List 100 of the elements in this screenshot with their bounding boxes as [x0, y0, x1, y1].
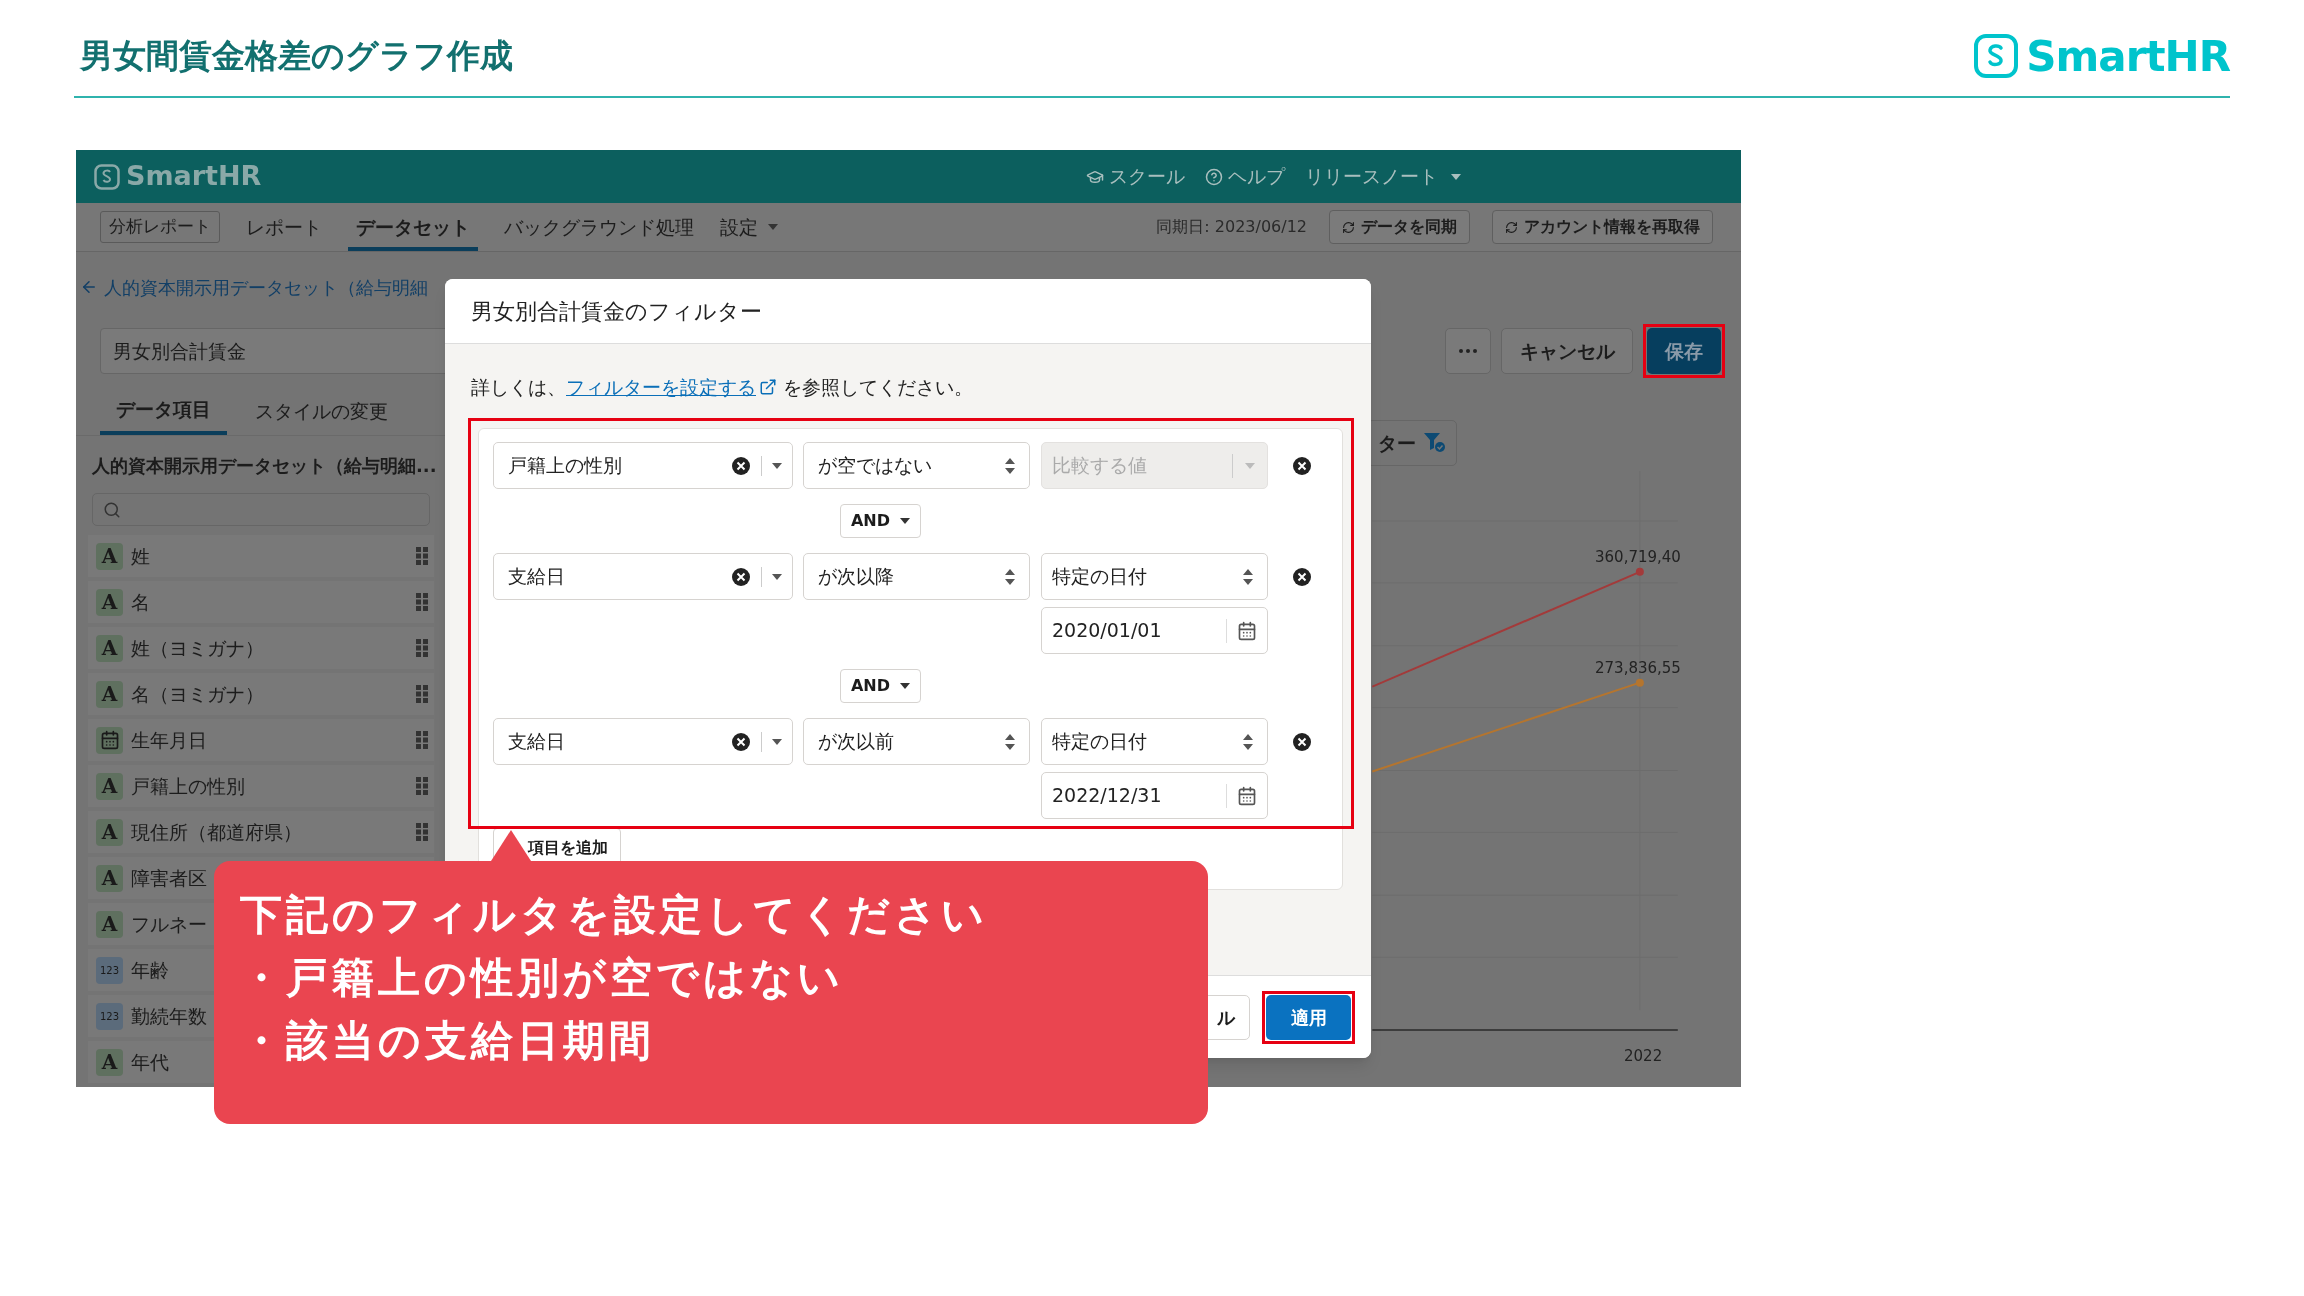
logo-icon — [1974, 34, 2019, 78]
drag-handle-icon[interactable] — [416, 823, 428, 841]
filter-icon — [1424, 433, 1446, 453]
text-type-icon: A — [96, 910, 123, 938]
clear-icon[interactable] — [1292, 566, 1312, 587]
and-operator-select[interactable]: AND — [839, 669, 922, 703]
drag-handle-icon[interactable] — [416, 593, 428, 611]
clear-icon[interactable] — [731, 731, 751, 752]
help-sentence: 詳しくは、フィルターを設定する を参照してください。 — [470, 374, 975, 400]
calendar-icon — [96, 726, 123, 754]
sort-arrows-icon — [1005, 568, 1015, 585]
back-link[interactable]: 人的資本開示用データセット（給与明細 — [80, 273, 428, 301]
clear-icon[interactable] — [1292, 731, 1312, 752]
caret-icon — [772, 462, 782, 469]
field-list-item[interactable]: A 現住所（都道府県） — [88, 811, 434, 853]
clear-icon[interactable] — [731, 566, 751, 587]
sort-arrows-icon — [1243, 568, 1253, 585]
operator-select[interactable]: が次以前 — [803, 718, 1030, 765]
logo-icon — [94, 163, 120, 190]
clear-icon[interactable] — [1292, 455, 1312, 476]
drag-handle-icon[interactable] — [416, 639, 428, 657]
axis-label: 2022 — [1624, 1046, 1663, 1067]
operator-select[interactable]: が次以降 — [803, 553, 1030, 600]
drag-handle-icon[interactable] — [416, 685, 428, 703]
callout-text: ・戸籍上の性別が空ではない — [240, 952, 845, 1004]
search-icon — [103, 500, 121, 519]
value-select[interactable]: 特定の日付 — [1041, 718, 1268, 765]
more-button[interactable] — [1445, 328, 1491, 374]
nav-tab[interactable]: データセット — [348, 203, 478, 251]
help-link[interactable]: フィルターを設定する — [566, 374, 777, 400]
dataset-title: 人的資本開示用データセット（給与明細... — [91, 454, 438, 478]
apply-button[interactable]: 適用 — [1266, 994, 1351, 1040]
more-icon — [1459, 349, 1477, 353]
nav-tab[interactable]: バックグラウンド処理 — [504, 203, 694, 251]
sync-button[interactable]: データを同期 — [1329, 210, 1470, 244]
drag-handle-icon[interactable] — [416, 731, 428, 749]
top-link[interactable]: リリースノート — [1305, 162, 1461, 191]
slide-title: 男女間賃金格差のグラフ作成 — [78, 35, 513, 78]
value-select[interactable]: 特定の日付 — [1041, 553, 1268, 600]
and-operator-select[interactable]: AND — [839, 504, 922, 538]
calendar-icon[interactable] — [1237, 785, 1257, 806]
field-list-item[interactable]: 生年月日 — [88, 719, 434, 761]
text-type-icon: A — [96, 634, 123, 662]
help-icon — [1205, 167, 1223, 186]
field-select[interactable]: 支給日 — [493, 718, 793, 765]
sync-date: 同期日: 2023/06/12 — [1156, 216, 1307, 238]
external-link-icon — [759, 378, 777, 396]
text-type-icon: A — [96, 772, 123, 800]
field-list-item[interactable]: A 名 — [88, 581, 434, 623]
value-select: 比較する値 — [1041, 442, 1268, 489]
dialog-title: 男女別合計賃金のフィルター — [471, 297, 762, 326]
text-type-icon: A — [96, 680, 123, 708]
field-list-item[interactable]: A 姓（ヨミガナ） — [88, 627, 434, 669]
caret-icon — [1451, 173, 1461, 180]
date-field[interactable]: 2022/12/31 — [1041, 772, 1268, 819]
caret-icon — [772, 738, 782, 745]
number-type-icon: 123 — [96, 956, 123, 984]
logo-text: SmartHR — [2026, 30, 2230, 83]
search-field[interactable] — [92, 493, 430, 526]
date-field[interactable]: 2020/01/01 — [1041, 607, 1268, 654]
drag-handle-icon[interactable] — [416, 547, 428, 565]
save-button[interactable]: 保存 — [1647, 328, 1721, 374]
top-link[interactable]: ヘルプ — [1205, 162, 1285, 191]
sort-arrows-icon — [1005, 457, 1015, 474]
panel-tab[interactable]: データ項目 — [100, 387, 227, 435]
data-label: 273,836,55 — [1595, 658, 1681, 679]
brand-name: SmartHR — [126, 159, 262, 194]
refresh-icon — [1505, 220, 1518, 234]
nav-tab[interactable]: レポート — [246, 203, 322, 251]
callout-text: 下記のフィルタを設定してください — [240, 889, 989, 941]
panel-tab[interactable]: スタイルの変更 — [239, 387, 404, 435]
cancel-button[interactable]: キャンセル — [1501, 328, 1633, 374]
refresh-icon — [1342, 220, 1355, 234]
sort-arrows-icon — [1243, 733, 1253, 750]
text-type-icon: A — [96, 588, 123, 616]
caret-icon — [900, 518, 911, 524]
caret-icon — [900, 683, 911, 689]
sync-button[interactable]: アカウント情報を再取得 — [1492, 210, 1713, 244]
nav-tab[interactable]: 設定 — [720, 203, 778, 251]
field-list-item[interactable]: A 名（ヨミガナ） — [88, 673, 434, 715]
field-list-item[interactable]: A 姓 — [88, 535, 434, 577]
text-type-icon: A — [96, 818, 123, 846]
sort-arrows-icon — [1005, 733, 1015, 750]
text-type-icon: A — [96, 864, 123, 892]
drag-handle-icon[interactable] — [416, 777, 428, 795]
field-select[interactable]: 支給日 — [493, 553, 793, 600]
text-type-icon: A — [96, 1048, 123, 1076]
field-select[interactable]: 戸籍上の性別 — [493, 442, 793, 489]
top-link[interactable]: スクール — [1086, 162, 1185, 191]
operator-select[interactable]: が空ではない — [803, 442, 1030, 489]
data-label: 360,719,40 — [1595, 547, 1681, 568]
caret-icon — [772, 573, 782, 580]
callout-text: ・該当の支給日期間 — [240, 1015, 656, 1067]
clear-icon[interactable] — [731, 455, 751, 476]
caret-icon — [768, 224, 778, 230]
number-type-icon: 123 — [96, 1002, 123, 1030]
field-list-item[interactable]: A 戸籍上の性別 — [88, 765, 434, 807]
text-type-icon: A — [96, 542, 123, 570]
caret-icon — [1245, 462, 1255, 469]
calendar-icon[interactable] — [1237, 620, 1257, 641]
